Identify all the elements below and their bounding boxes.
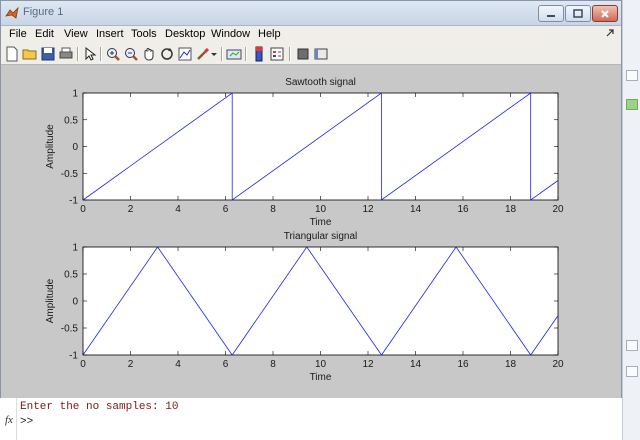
x-tick-label: 20 (552, 359, 564, 370)
axes-box[interactable] (82, 92, 559, 201)
rotate-3d-icon[interactable] (159, 46, 175, 62)
pan-icon[interactable] (141, 46, 157, 62)
dock-arrow-icon[interactable] (605, 28, 615, 38)
minimize-icon (547, 14, 555, 17)
minimize-button[interactable] (538, 5, 564, 22)
toolbar (1, 44, 621, 65)
menu-view[interactable]: View (64, 28, 88, 40)
x-tick-label: 4 (175, 359, 181, 370)
x-tick-label: 2 (128, 359, 134, 370)
colorbar-icon[interactable] (251, 46, 267, 62)
menu-bar: File Edit View Insert Tools Desktop Wind… (1, 26, 621, 44)
x-tick-label: 12 (362, 359, 374, 370)
new-figure-icon[interactable] (4, 46, 20, 62)
y-tick-label: 0.5 (64, 115, 78, 126)
x-tick-label: 20 (552, 204, 564, 215)
figure-window: Figure 1 File Edit View Insert Tools Des… (0, 0, 622, 398)
y-axis-label: Amplitude (45, 124, 56, 169)
toolbar-separator (245, 47, 247, 61)
brush-dropdown-icon[interactable] (210, 46, 218, 62)
x-tick-label: 8 (270, 204, 276, 215)
zoom-out-icon[interactable] (123, 46, 139, 62)
command-output: Enter the no samples: 10 (20, 401, 179, 413)
toolbar-separator (100, 47, 102, 61)
x-axis-label: Time (310, 217, 332, 228)
y-tick-label: 0 (72, 142, 78, 153)
y-axis-label: Amplitude (45, 278, 56, 323)
axes-title: Sawtooth signal (285, 77, 356, 88)
background-window-control (626, 366, 638, 377)
x-tick-label: 16 (457, 359, 469, 370)
plots-svg: 0 2 4 6 8 10 12 14 16 18 2010.50-0.5-1Sawtooth sig… (45, 77, 564, 383)
fx-icon[interactable]: fx (5, 414, 13, 426)
toolbar-separator (77, 47, 79, 61)
maximize-icon (573, 9, 583, 18)
background-window-control (626, 340, 638, 351)
edit-plot-icon[interactable] (82, 46, 98, 62)
data-cursor-icon[interactable] (177, 46, 193, 62)
y-tick-label: 0.5 (64, 270, 78, 281)
y-tick-label: 1 (72, 89, 78, 100)
zoom-in-icon[interactable] (105, 46, 121, 62)
x-tick-label: 8 (270, 359, 276, 370)
x-tick-label: 10 (315, 204, 327, 215)
x-tick-label: 18 (505, 359, 517, 370)
y-tick-label: -0.5 (61, 324, 79, 335)
axes-title: Triangular signal (284, 231, 358, 242)
maximize-button[interactable] (565, 5, 591, 22)
menu-help[interactable]: Help (258, 28, 281, 40)
x-tick-label: 18 (505, 204, 517, 215)
brush-icon[interactable] (195, 46, 211, 62)
y-tick-label: -1 (69, 196, 78, 207)
open-file-icon[interactable] (22, 46, 38, 62)
x-tick-label: 6 (223, 359, 229, 370)
window-title: Figure 1 (23, 6, 64, 18)
y-tick-label: -0.5 (61, 169, 79, 180)
command-prompt[interactable]: >> (20, 416, 33, 428)
y-tick-label: -1 (69, 351, 78, 362)
x-tick-label: 14 (410, 204, 422, 215)
x-tick-label: 0 (80, 204, 86, 215)
menu-insert[interactable]: Insert (96, 28, 124, 40)
x-tick-label: 6 (223, 204, 229, 215)
y-tick-label: 1 (72, 243, 78, 254)
axes-box[interactable] (82, 246, 559, 356)
legend-icon[interactable] (269, 46, 285, 62)
menu-file[interactable]: File (9, 28, 27, 40)
x-tick-label: 16 (457, 204, 469, 215)
command-window[interactable]: Enter the no samples: 10 fx >> (0, 398, 640, 440)
close-icon (601, 9, 609, 18)
title-bar[interactable]: Figure 1 (1, 1, 621, 26)
save-icon[interactable] (40, 46, 56, 62)
menu-tools[interactable]: Tools (131, 28, 157, 40)
menu-window[interactable]: Window (211, 28, 250, 40)
x-tick-label: 4 (175, 204, 181, 215)
menu-desktop[interactable]: Desktop (165, 28, 205, 40)
link-plot-icon[interactable] (226, 46, 242, 62)
x-axis-label: Time (310, 372, 332, 383)
x-tick-label: 0 (80, 359, 86, 370)
toolbar-separator (221, 47, 223, 61)
background-window-edge (622, 0, 640, 440)
x-tick-label: 14 (410, 359, 422, 370)
command-gutter (16, 398, 17, 440)
close-button[interactable] (592, 5, 618, 22)
x-tick-label: 10 (315, 359, 327, 370)
background-window-control (626, 70, 638, 81)
x-tick-label: 2 (128, 204, 134, 215)
y-tick-label: 0 (72, 297, 78, 308)
x-tick-label: 12 (362, 204, 374, 215)
print-icon[interactable] (58, 46, 74, 62)
matlab-logo-icon (5, 6, 19, 19)
toolbar-separator (289, 47, 291, 61)
figure-canvas: 0 2 4 6 8 10 12 14 16 18 20 1 0.5 0 -0.5 -1 Sawtooth sig… (1, 65, 621, 398)
hide-plot-tools-icon[interactable] (295, 46, 311, 62)
show-plot-tools-icon[interactable] (313, 46, 329, 62)
background-window-control (626, 99, 638, 110)
menu-edit[interactable]: Edit (35, 28, 54, 40)
